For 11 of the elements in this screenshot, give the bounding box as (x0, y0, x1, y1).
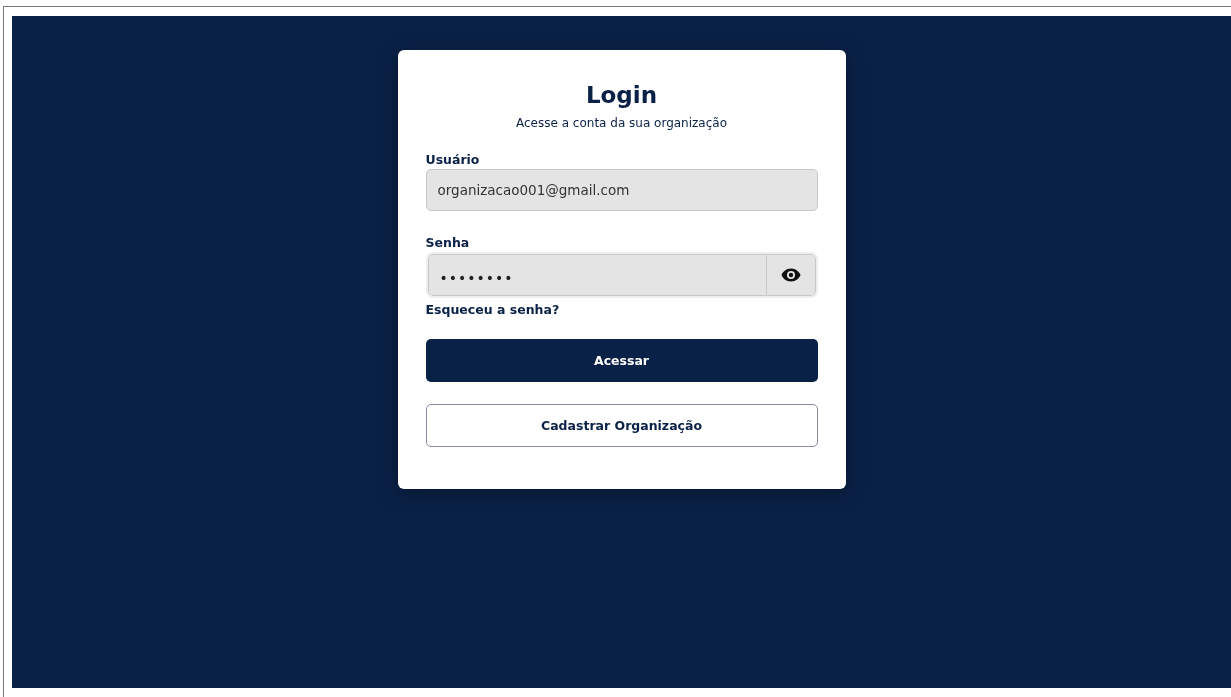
login-subtitle: Acesse a conta da sua organização (515, 116, 728, 130)
forgot-password-link[interactable]: Esqueceu a senha? (425, 302, 560, 317)
user-field[interactable]: organizacao001@gmail.com (425, 169, 818, 211)
password-field[interactable]: •••••••• (425, 252, 818, 298)
login-title: Login (584, 82, 659, 108)
register-button[interactable]: Cadastrar Organização (425, 404, 818, 447)
field-label: Senha (425, 235, 471, 250)
show-password-button[interactable] (765, 254, 816, 296)
eye-icon (780, 268, 801, 282)
login-button[interactable]: Acessar (425, 339, 818, 382)
field-label: Usuário (425, 152, 481, 167)
